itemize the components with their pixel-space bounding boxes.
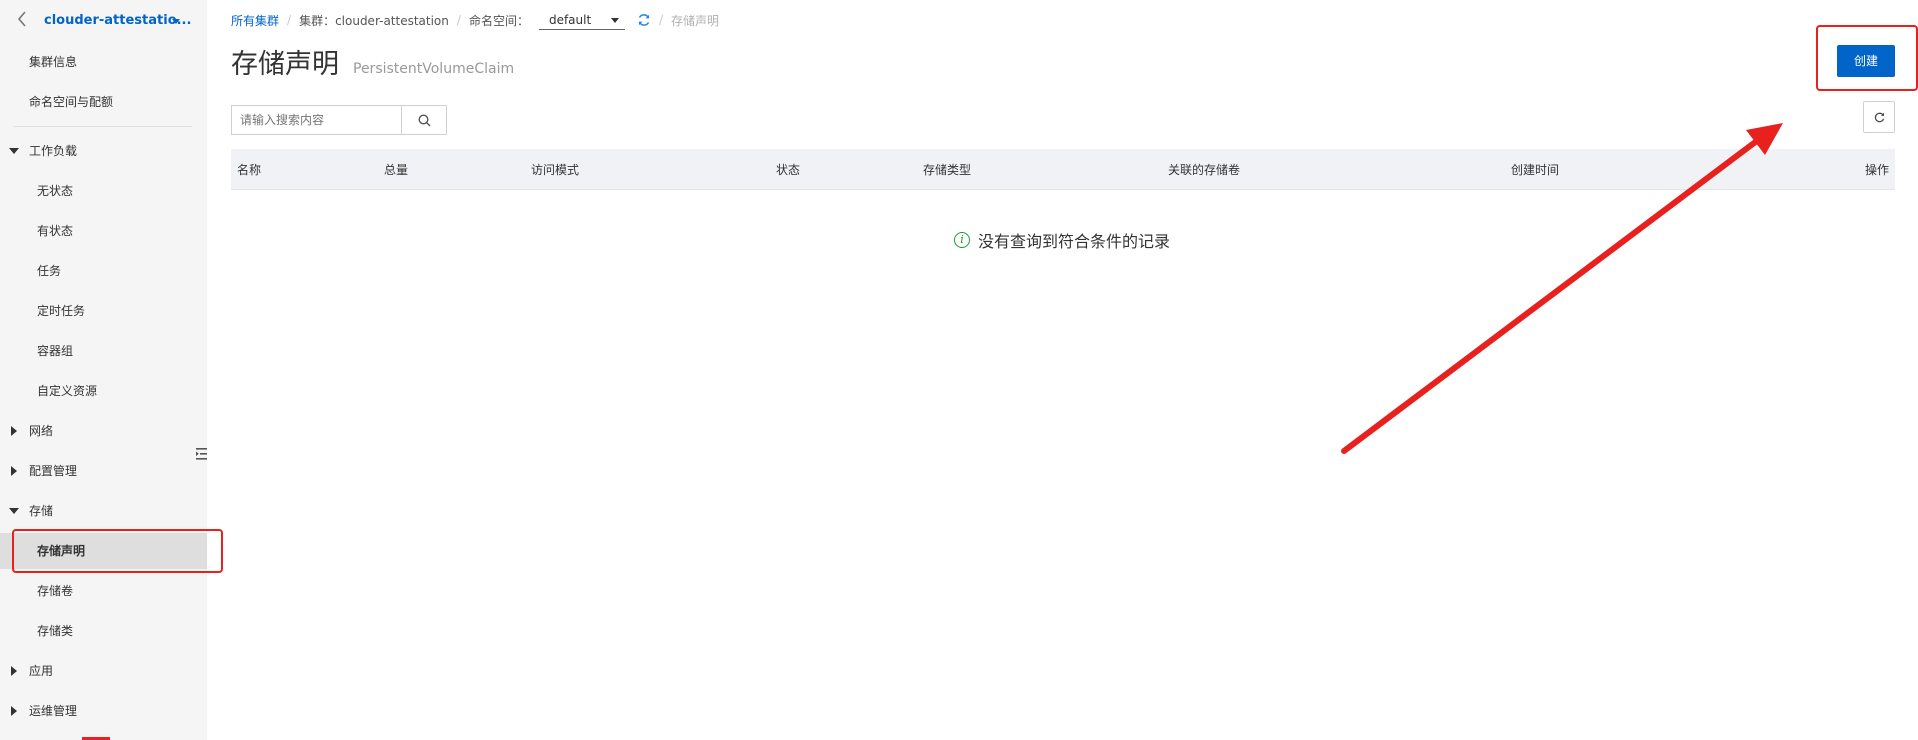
- annotation-arrow: [1341, 123, 1783, 454]
